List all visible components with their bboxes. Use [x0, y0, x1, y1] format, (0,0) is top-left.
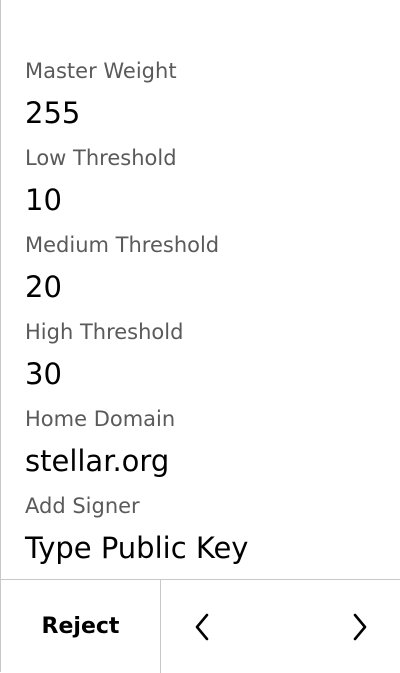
- field-value: 10: [25, 183, 62, 217]
- reject-button[interactable]: Reject: [1, 580, 161, 673]
- field-label: Master Weight: [25, 59, 177, 83]
- field-value: stellar.org: [25, 444, 170, 478]
- previous-button[interactable]: [191, 612, 213, 642]
- action-bar: Reject: [1, 579, 400, 673]
- field-value: 20: [25, 270, 62, 304]
- field-medium-threshold: Medium Threshold 20: [25, 228, 400, 315]
- field-home-domain: Home Domain stellar.org: [25, 402, 400, 489]
- field-value: Type Public Key: [25, 531, 249, 565]
- field-value: 30: [25, 357, 62, 391]
- reject-button-label: Reject: [41, 614, 120, 639]
- next-button[interactable]: [349, 612, 371, 642]
- transaction-review-screen: Master Weight 255 Low Threshold 10 Mediu…: [0, 0, 400, 673]
- field-add-signer: Add Signer Type Public Key: [25, 489, 400, 576]
- chevron-left-icon: [195, 613, 209, 640]
- field-label: Medium Threshold: [25, 233, 220, 257]
- field-low-threshold: Low Threshold 10: [25, 141, 400, 228]
- field-label: High Threshold: [25, 320, 184, 344]
- field-high-threshold: High Threshold 30: [25, 315, 400, 402]
- field-label: Home Domain: [25, 407, 176, 431]
- page-navigation: [161, 580, 400, 673]
- field-value: 255: [25, 96, 81, 130]
- field-master-weight: Master Weight 255: [25, 54, 400, 141]
- field-list: Master Weight 255 Low Threshold 10 Mediu…: [25, 54, 400, 576]
- chevron-right-icon: [353, 613, 367, 640]
- field-label: Low Threshold: [25, 146, 177, 170]
- field-label: Add Signer: [25, 494, 140, 518]
